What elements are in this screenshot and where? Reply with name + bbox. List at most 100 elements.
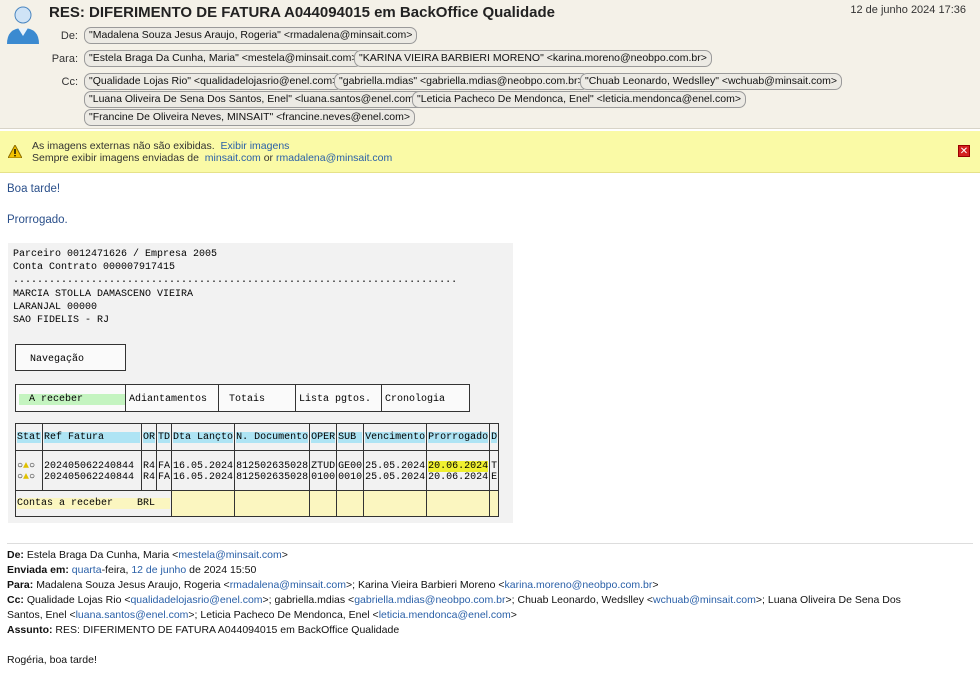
invoice-table: Stat Ref Fatura OR TD Dta Lançto N. Docu… [14,423,500,517]
sender-link[interactable]: rmadalena@minsait.com [276,152,392,164]
q-from: Estela Braga Da Cunha, Maria < [26,549,179,561]
tab-a-receber[interactable]: A receber [19,394,125,405]
col-ref-fatura: Ref Fatura [44,432,141,443]
prorrogado: 20.06.2024 [428,472,489,483]
table-rows: ○▲○ ○▲○ 202405062240844 202405062240844 R4… [14,450,500,491]
oper: ZTUD [311,461,336,472]
tab-cronologia[interactable]: Cronologia [382,385,471,411]
dta-lancto: 16.05.2024 [173,461,234,472]
domain-link[interactable]: minsait.com [205,152,261,164]
show-images-link[interactable]: Exibir imagens [221,140,290,152]
q-cc2-email[interactable]: gabriella.mdias@neobpo.com.br [354,594,505,606]
col-prorrogado: Prorrogado [428,432,489,443]
sub: 0010 [338,472,363,483]
d: E [491,472,498,483]
q-greeting: Rogéria, boa tarde! [7,654,97,666]
table-footer: Contas a receber BRL [17,498,171,509]
q-cc6: >; Leticia Pacheco De Mendonca, Enel < [188,609,379,621]
from-label: De: [60,30,78,42]
contact-avatar-icon [7,6,39,44]
q-cc5-email[interactable]: luana.santos@enel.com [76,609,189,621]
partner-line: Parceiro 0012471626 / Empresa 2005 [13,249,218,260]
q-sent-mid: -feira, [101,564,132,576]
q-to1-email[interactable]: rmadalena@minsait.com [230,579,346,591]
q-from-email-link[interactable]: mestela@minsait.com [178,549,281,561]
cc-chip[interactable]: "Francine De Oliveira Neves, MINSAIT" <f… [84,109,415,126]
q-cc3: >; Chuab Leonardo, Wedslley < [505,594,654,606]
navigation-button[interactable]: Navegação [15,344,126,371]
message-header: RES: DIFERIMENTO DE FATURA A044094015 em… [0,0,980,129]
q-from-label: De: [7,549,24,561]
n-documento: 812502635028 [236,472,309,483]
warning-icon [8,145,22,158]
q-cc3-email[interactable]: wchuab@minsait.com [653,594,756,606]
oper: 0100 [311,472,336,483]
sap-tabs: A receber Adiantamentos Totais Lista pgt… [15,384,470,412]
body-line: Prorrogado. [7,214,68,226]
cc-chip[interactable]: "Qualidade Lojas Rio" <qualidadelojasrio… [84,73,344,90]
col-td: TD [158,432,171,443]
from-chip[interactable]: "Madalena Souza Jesus Araujo, Rogeria" <… [84,27,418,44]
q-cc1: Qualidade Lojas Rio < [26,594,131,606]
tab-lista-pgtos[interactable]: Lista pgtos. [296,385,382,411]
col-or: OR [143,432,156,443]
email-date: 12 de junho 2024 17:36 [850,4,966,16]
to-chip[interactable]: "Estela Braga Da Cunha, Maria" <mestela@… [84,50,363,67]
or-text: or [263,152,274,164]
n-documento: 812502635028 [236,461,309,472]
sub: GE00 [338,461,363,472]
cc-label: Cc: [61,76,79,88]
or: R4 [143,461,156,472]
or: R4 [143,472,156,483]
q-sent-rest: de 2024 15:50 [186,564,257,576]
col-dta-lancto: Dta Lançto [173,432,234,443]
dotted-separator: ........................................… [13,275,458,286]
q-cc1-email[interactable]: qualidadelojasrio@enel.com [130,594,262,606]
q-cc2: >; gabriella.mdias < [262,594,355,606]
d: T [491,461,498,472]
col-vencimento: Vencimento [365,432,426,443]
contract-line: Conta Contrato 000007917415 [13,262,176,273]
q-cc4: >; Luana Oliveira De Sena Dos [755,594,901,606]
email-subject: RES: DIFERIMENTO DE FATURA A044094015 em… [49,4,555,21]
always-show-text: Sempre exibir imagens enviadas de [32,152,199,164]
address-line: LARANJAL 00000 [13,302,98,313]
q-sent-date[interactable]: 12 de junho [131,564,186,576]
prorrogado-highlighted: 20.06.2024 [428,461,489,472]
warning-text: As imagens externas não são exibidas. [32,140,215,152]
col-d: D [491,432,498,443]
col-stat: Stat [17,432,42,443]
q-to2-email[interactable]: karina.moreno@neobpo.com.br [505,579,653,591]
tab-adiantamentos[interactable]: Adiantamentos [126,385,219,411]
q-subject-label: Assunto: [7,624,53,636]
greeting: Boa tarde! [7,183,61,195]
customer-name: MARCIA STOLLA DAMASCENO VIEIRA [13,289,194,300]
q-sent-day[interactable]: quarta [72,564,102,576]
vencimento: 25.05.2024 [365,461,426,472]
vencimento: 25.05.2024 [365,472,426,483]
cc-chip[interactable]: "Chuab Leonardo, Wedslley" <wchuab@minsa… [580,73,842,90]
td: FA [158,461,171,472]
cc-chip[interactable]: "Leticia Pacheco De Mendonca, Enel" <let… [412,91,746,108]
to-chip[interactable]: "KARINA VIEIRA BARBIERI MORENO" <karina.… [354,50,712,67]
ref-fatura: 202405062240844 [44,472,135,483]
q-cc-label: Cc: [7,594,24,606]
q-cc6-email[interactable]: leticia.mendonca@enel.com [379,609,511,621]
q-to1: Madalena Souza Jesus Araujo, Rogeria < [36,579,230,591]
sap-screenshot: Parceiro 0012471626 / Empresa 2005 Conta… [8,243,513,523]
to-label: Para: [51,53,78,65]
status-icons: ○▲○ [17,461,36,472]
q-cc5: Santos, Enel < [7,609,76,621]
cc-chip[interactable]: "gabriella.mdias" <gabriella.mdias@neobp… [334,73,589,90]
external-images-bar: As imagens externas não são exibidas. Ex… [0,131,980,173]
ref-fatura: 202405062240844 [44,461,135,472]
q-subject: RES: DIFERIMENTO DE FATURA A044094015 em… [55,624,400,636]
close-warning-icon[interactable]: ✕ [958,145,970,157]
cc-chip[interactable]: "Luana Oliveira De Sena Dos Santos, Enel… [84,91,425,108]
q-to-label: Para: [7,579,34,591]
q-to2: >; Karina Vieira Barbieri Moreno < [345,579,505,591]
col-n-documento: N. Documento [236,432,309,443]
col-sub: SUB [338,432,363,443]
td: FA [158,472,171,483]
tab-totais[interactable]: Totais [219,385,296,411]
